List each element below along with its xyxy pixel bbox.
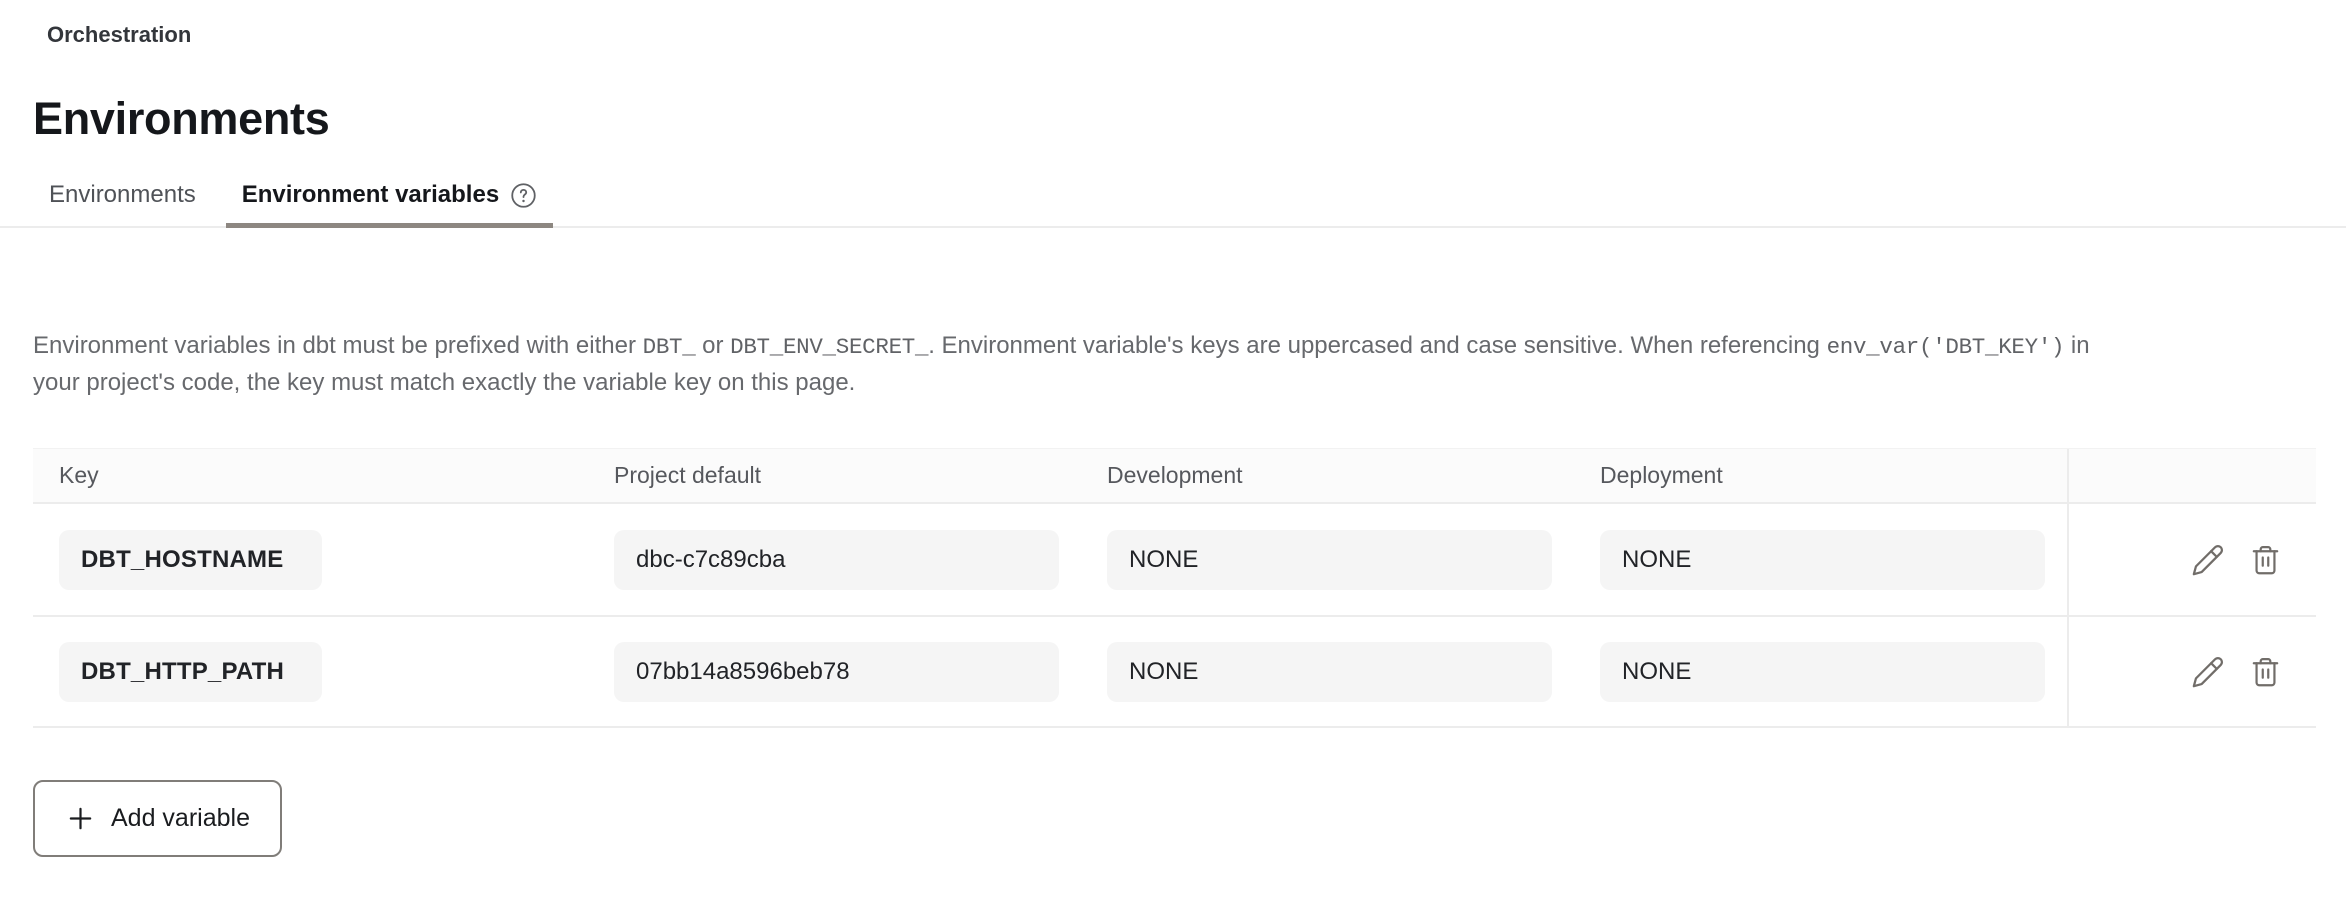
cell-actions	[2067, 504, 2316, 615]
trash-icon	[2249, 543, 2282, 576]
cell-actions	[2067, 617, 2316, 726]
trash-icon	[2249, 655, 2282, 688]
cell-development: NONE	[1081, 642, 1574, 702]
env-var-value-pill: NONE	[1107, 530, 1552, 590]
column-header-key: Key	[33, 462, 588, 489]
description-text: or	[695, 332, 730, 359]
env-vars-table: Key Project default Development Deployme…	[33, 448, 2316, 728]
env-var-key-pill: DBT_HOSTNAME	[59, 530, 322, 590]
tab-environments[interactable]: Environments	[33, 180, 212, 226]
env-var-key-pill: DBT_HTTP_PATH	[59, 642, 322, 702]
table-row: DBT_HTTP_PATH 07bb14a8596beb78 NONE NONE	[33, 615, 2316, 726]
cell-key: DBT_HTTP_PATH	[33, 642, 588, 702]
breadcrumb: Orchestration	[0, 0, 2346, 48]
cell-development: NONE	[1081, 530, 1574, 590]
cell-deployment: NONE	[1574, 642, 2067, 702]
env-var-value-pill: NONE	[1600, 530, 2045, 590]
delete-variable-button[interactable]	[2249, 655, 2282, 688]
tab-environments-label: Environments	[49, 180, 196, 210]
tab-environment-variables-label: Environment variables	[242, 180, 499, 210]
description-text: Environment variables in dbt must be pre…	[33, 332, 643, 359]
delete-variable-button[interactable]	[2249, 543, 2282, 576]
page-title: Environments	[33, 92, 2346, 146]
env-var-value-pill: dbc-c7c89cba	[614, 530, 1059, 590]
tabs-bar: Environments Environment variables	[0, 180, 2346, 228]
edit-variable-button[interactable]	[2191, 655, 2225, 689]
cell-key: DBT_HOSTNAME	[33, 530, 588, 590]
help-circle-icon[interactable]	[510, 182, 537, 209]
description-code: env_var('DBT_KEY')	[1827, 334, 2065, 360]
column-header-development: Development	[1081, 462, 1574, 489]
env-var-value-pill: NONE	[1600, 642, 2045, 702]
column-header-actions	[2067, 449, 2316, 502]
tab-environment-variables[interactable]: Environment variables	[226, 180, 553, 226]
cell-project-default: dbc-c7c89cba	[588, 530, 1081, 590]
column-header-project-default: Project default	[588, 462, 1081, 489]
table-header-row: Key Project default Development Deployme…	[33, 449, 2316, 504]
cell-deployment: NONE	[1574, 530, 2067, 590]
add-variable-button[interactable]: Add variable	[33, 780, 282, 857]
environments-page: Orchestration Environments Environments …	[0, 0, 2346, 857]
env-var-value-pill: NONE	[1107, 642, 1552, 702]
cell-project-default: 07bb14a8596beb78	[588, 642, 1081, 702]
description-code: DBT_	[643, 334, 696, 360]
edit-variable-button[interactable]	[2191, 543, 2225, 577]
pencil-icon	[2191, 543, 2225, 577]
description-code: DBT_ENV_SECRET_	[730, 334, 928, 360]
env-var-value-pill: 07bb14a8596beb78	[614, 642, 1059, 702]
add-variable-label: Add variable	[111, 804, 250, 833]
description-text: . Environment variable's keys are upperc…	[928, 332, 1826, 359]
description: Environment variables in dbt must be pre…	[33, 328, 2118, 400]
column-header-deployment: Deployment	[1574, 462, 2067, 489]
table-row: DBT_HOSTNAME dbc-c7c89cba NONE NONE	[33, 504, 2316, 615]
pencil-icon	[2191, 655, 2225, 689]
plus-icon	[65, 803, 96, 834]
